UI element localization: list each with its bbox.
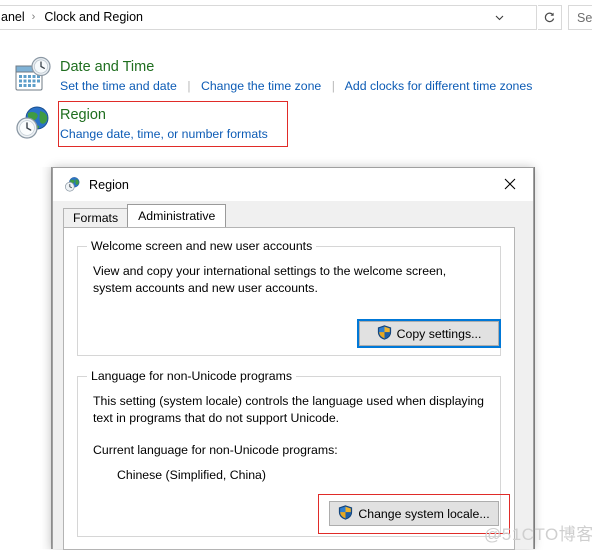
current-language-label: Current language for non-Unicode program…	[93, 443, 338, 457]
uac-shield-icon	[377, 325, 392, 340]
search-placeholder-text: Search	[577, 10, 592, 25]
link-divider: |	[331, 79, 335, 93]
group-legend-language: Language for non-Unicode programs	[87, 369, 296, 383]
group-language-for-non-unicode-programs: Language for non-Unicode programs This s…	[77, 369, 510, 537]
calendar-clock-icon	[14, 56, 52, 94]
dialog-title-bar[interactable]: Region	[53, 168, 533, 201]
dialog-body: Formats Administrative Welcome screen an…	[53, 201, 533, 550]
chevron-down-icon[interactable]	[488, 6, 510, 29]
region-dialog: Region Formats Administrative Welcome sc…	[52, 167, 534, 550]
search-input[interactable]: Search	[568, 5, 592, 30]
breadcrumb-segment-control-panel[interactable]: anel	[0, 6, 27, 29]
item-links-date-and-time: Set the time and date | Change the time …	[60, 78, 532, 95]
close-button[interactable]	[487, 168, 533, 200]
control-panel-window: anel › Clock and Region Search	[0, 0, 592, 550]
link-change-the-time-zone[interactable]: Change the time zone	[201, 79, 321, 93]
dialog-tab-strip: Formats Administrative	[63, 204, 227, 227]
refresh-icon	[544, 12, 555, 23]
globe-clock-icon	[14, 104, 52, 142]
link-divider: |	[187, 79, 191, 93]
change-system-locale-button-label: Change system locale...	[358, 506, 490, 521]
link-change-date-time-or-number-formats[interactable]: Change date, time, or number formats	[60, 127, 268, 141]
dialog-title: Region	[89, 177, 129, 192]
item-title-region[interactable]: Region	[60, 106, 268, 125]
copy-settings-button-label: Copy settings...	[396, 326, 482, 341]
breadcrumb-separator-icon: ›	[31, 11, 36, 23]
welcome-description-text: View and copy your international setting…	[93, 264, 447, 295]
link-set-the-time-and-date[interactable]: Set the time and date	[60, 79, 177, 93]
tab-formats[interactable]: Formats	[63, 208, 129, 227]
group-welcome-screen-and-new-user-accounts: Welcome screen and new user accounts Vie…	[77, 239, 501, 356]
copy-settings-button[interactable]: Copy settings...	[359, 321, 499, 346]
close-icon	[504, 178, 516, 190]
item-links-region: Change date, time, or number formats	[60, 126, 268, 143]
tab-panel-administrative: Welcome screen and new user accounts Vie…	[63, 227, 515, 550]
group-legend-welcome: Welcome screen and new user accounts	[87, 239, 317, 253]
uac-shield-icon	[338, 505, 353, 520]
control-panel-item-date-and-time[interactable]: Date and Time Set the time and date | Ch…	[14, 56, 532, 95]
breadcrumb-segment-clock-and-region[interactable]: Clock and Region	[40, 6, 145, 29]
language-description-text: This setting (system locale) controls th…	[93, 394, 484, 425]
globe-clock-icon	[64, 176, 81, 193]
refresh-button[interactable]	[538, 5, 562, 30]
item-title-date-and-time[interactable]: Date and Time	[60, 58, 532, 77]
window-right-edge	[534, 167, 592, 549]
change-system-locale-button[interactable]: Change system locale...	[329, 501, 499, 526]
window-left-edge	[40, 167, 52, 549]
current-language-value: Chinese (Simplified, China)	[117, 468, 266, 482]
control-panel-item-region[interactable]: Region Change date, time, or number form…	[14, 104, 268, 143]
address-bar[interactable]: anel › Clock and Region	[0, 5, 537, 30]
link-add-clocks-for-different-time-zones[interactable]: Add clocks for different time zones	[345, 79, 533, 93]
tab-administrative[interactable]: Administrative	[127, 204, 227, 227]
